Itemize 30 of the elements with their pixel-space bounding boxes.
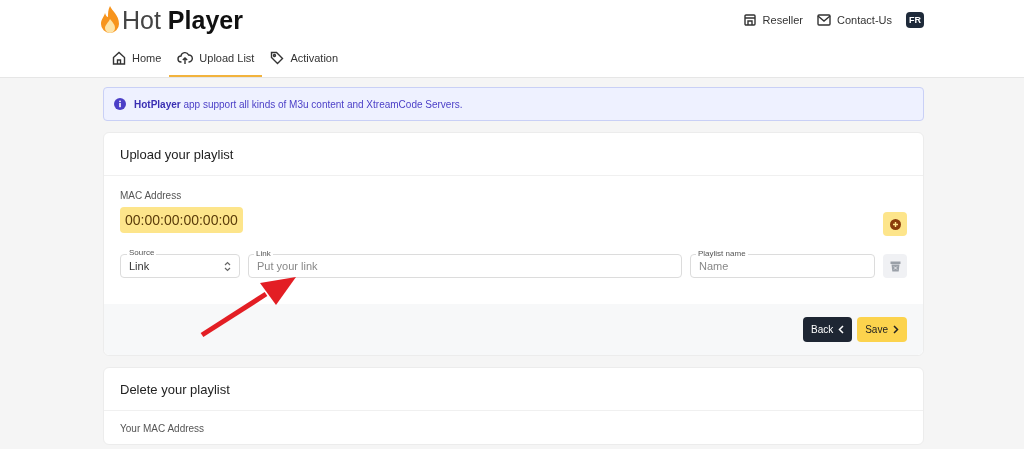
logo-text: Hot Player	[122, 5, 243, 35]
nav-tab[interactable]: Home	[104, 40, 170, 77]
field-label: Playlist name	[696, 249, 748, 259]
plus-icon	[889, 218, 901, 230]
store-icon	[742, 13, 757, 27]
card-title: Upload your playlist	[104, 133, 923, 176]
field-label: Link	[254, 249, 273, 259]
info-icon	[114, 98, 126, 110]
language-badge[interactable]: FR	[906, 12, 924, 28]
top-link[interactable]: Reseller	[742, 13, 803, 27]
nav-tab[interactable]: Upload List	[169, 40, 263, 77]
chevron-left-icon	[838, 325, 845, 334]
add-button[interactable]	[883, 212, 907, 236]
cloud-upload-icon	[177, 50, 194, 65]
mac-address: 00:00:00:00:00:00	[120, 207, 243, 233]
home-icon	[112, 50, 126, 65]
save-button[interactable]: Save	[857, 317, 907, 342]
top-link[interactable]: Contact-Us	[816, 14, 892, 26]
back-button[interactable]: Back	[802, 317, 853, 342]
field-label: MAC Address	[120, 190, 183, 201]
trash-icon	[889, 260, 901, 272]
tag-icon	[270, 50, 285, 65]
flame-icon	[100, 5, 120, 35]
nav-tab[interactable]: Activation	[262, 40, 347, 77]
chevron-right-icon	[893, 325, 899, 334]
alert-text: HotPlayer app support all kinds of M3u content and XtreamCode Servers.	[134, 98, 463, 110]
chevron-up-down-icon	[224, 260, 231, 272]
field-label: Your MAC Address	[120, 423, 206, 434]
card-title: Delete your playlist	[104, 368, 923, 411]
mail-icon	[816, 14, 831, 26]
